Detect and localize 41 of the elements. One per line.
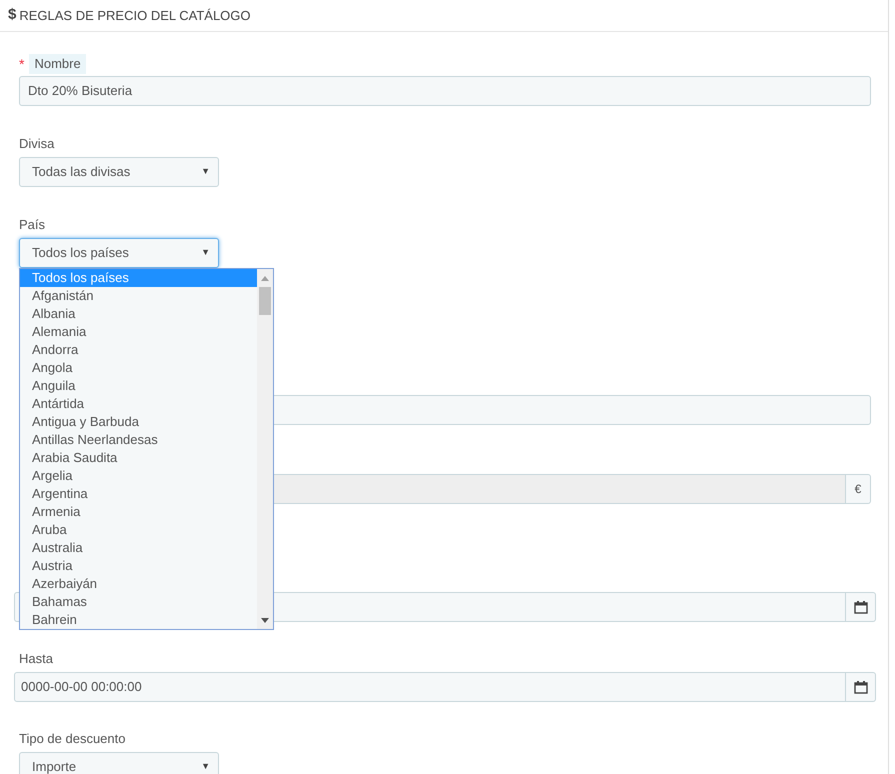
currency-addon: €: [846, 474, 871, 504]
country-option[interactable]: Bahamas: [20, 593, 257, 611]
country-option[interactable]: Azerbaiyán: [20, 575, 257, 593]
calendar-icon: [854, 680, 868, 694]
dropdown-arrow: ▼: [201, 760, 210, 774]
country-option[interactable]: Aruba: [20, 521, 257, 539]
country-option[interactable]: Angola: [20, 359, 257, 377]
name-input[interactable]: Dto 20% Bisuteria: [19, 76, 871, 106]
discount-type-select[interactable]: Importe ▼: [19, 752, 219, 774]
country-option[interactable]: Andorra: [20, 341, 257, 359]
country-option[interactable]: Alemania: [20, 323, 257, 341]
dropdown-arrow: ▼: [201, 246, 210, 260]
country-option[interactable]: Argentina: [20, 485, 257, 503]
country-option[interactable]: Anguila: [20, 377, 257, 395]
calendar-button[interactable]: [846, 592, 876, 622]
country-option[interactable]: Antártida: [20, 395, 257, 413]
required-mark: *: [19, 54, 24, 74]
field-label: Tipo de descuento: [19, 730, 126, 748]
calendar-button[interactable]: [846, 672, 876, 702]
country-select[interactable]: Todos los países ▼: [19, 238, 219, 268]
country-option[interactable]: Argelia: [20, 467, 257, 485]
scrollbar[interactable]: [257, 269, 273, 629]
panel-title: REGLAS DE PRECIO DEL CATÁLOGO: [19, 6, 251, 25]
calendar-icon: [854, 600, 868, 614]
country-option[interactable]: Albania: [20, 305, 257, 323]
field-label: País: [19, 216, 46, 234]
field-label: Divisa: [19, 135, 56, 153]
field-label: Nombre: [29, 54, 86, 74]
currency-select[interactable]: Todas las divisas ▼: [19, 157, 219, 187]
country-option[interactable]: Antigua y Barbuda: [20, 413, 257, 431]
date-input[interactable]: 0000-00-00 00:00:00: [14, 672, 846, 702]
country-option[interactable]: Australia: [20, 539, 257, 557]
country-option[interactable]: Armenia: [20, 503, 257, 521]
country-option[interactable]: Afganistán: [20, 287, 257, 305]
field-label: Hasta: [19, 650, 54, 668]
country-option[interactable]: Arabia Saudita: [20, 449, 257, 467]
dropdown-arrow: ▼: [201, 165, 210, 178]
country-option[interactable]: Bahrein: [20, 611, 257, 629]
dollar-icon: $: [8, 4, 16, 27]
country-option[interactable]: Austria: [20, 557, 257, 575]
country-option[interactable]: Antillas Neerlandesas: [20, 431, 257, 449]
